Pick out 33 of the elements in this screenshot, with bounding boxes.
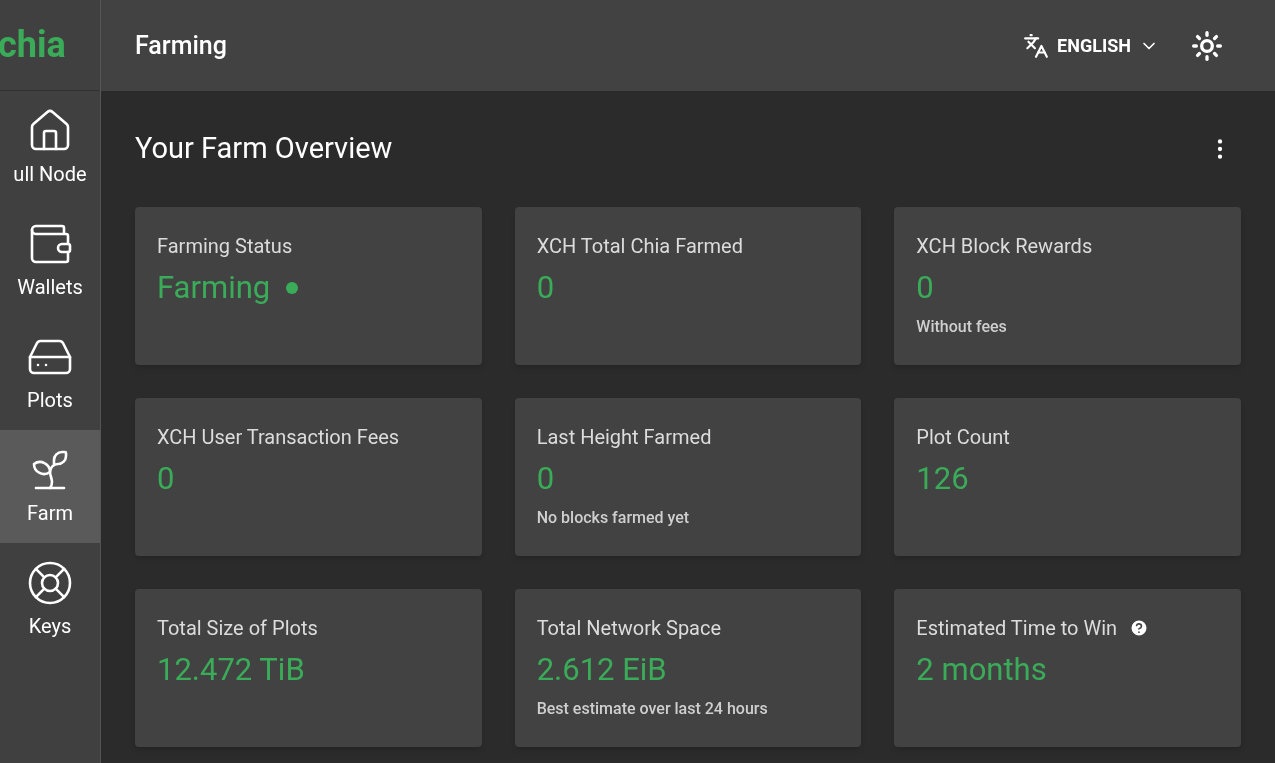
card-note: Without fees <box>916 316 1008 338</box>
card-value: 0 <box>536 458 555 499</box>
sidebar-item[interactable]: ull Node <box>0 91 100 204</box>
card-note: Best estimate over last 24 hours <box>536 698 769 720</box>
card-value: 126 <box>916 458 969 499</box>
card-value: 12.472 TiB <box>157 649 305 690</box>
card-title: Farming Status <box>157 232 293 260</box>
card-title: Total Size of Plots <box>157 614 318 642</box>
sidebar-item[interactable]: Plots <box>0 317 100 430</box>
card-title: Plot Count <box>916 423 1010 451</box>
card-value: 0 <box>536 267 555 308</box>
sidebar-item[interactable]: Farm <box>0 430 100 543</box>
card-note: No blocks farmed yet <box>536 507 691 529</box>
sidebar-item[interactable]: Keys <box>0 543 100 656</box>
card-title: XCH Total Chia Farmed <box>536 232 743 260</box>
section-title: Your Farm Overview <box>135 130 393 167</box>
card-title: XCH Block Rewards <box>916 232 1093 260</box>
logo: chia <box>0 27 66 63</box>
card-value: Farming <box>157 267 271 308</box>
card-value: 2.612 EiB <box>536 649 667 690</box>
brightness-icon[interactable] <box>1191 29 1223 62</box>
card-title: Total Network Space <box>536 614 722 642</box>
card-value: 0 <box>916 267 934 308</box>
card-title: Estimated Time to Win <box>916 614 1118 642</box>
card-title: XCH User Transaction Fees <box>157 423 400 451</box>
card-title: Last Height Farmed <box>536 423 712 451</box>
card-value: 2 months <box>916 649 1047 690</box>
translate-icon <box>1023 32 1050 59</box>
card-value: 0 <box>157 458 175 499</box>
page-title: Farming <box>135 29 227 62</box>
language-selector[interactable]: ENGLISH <box>1023 32 1159 59</box>
help-icon[interactable] <box>1129 617 1150 638</box>
sidebar-item[interactable]: Wallets <box>0 204 100 317</box>
